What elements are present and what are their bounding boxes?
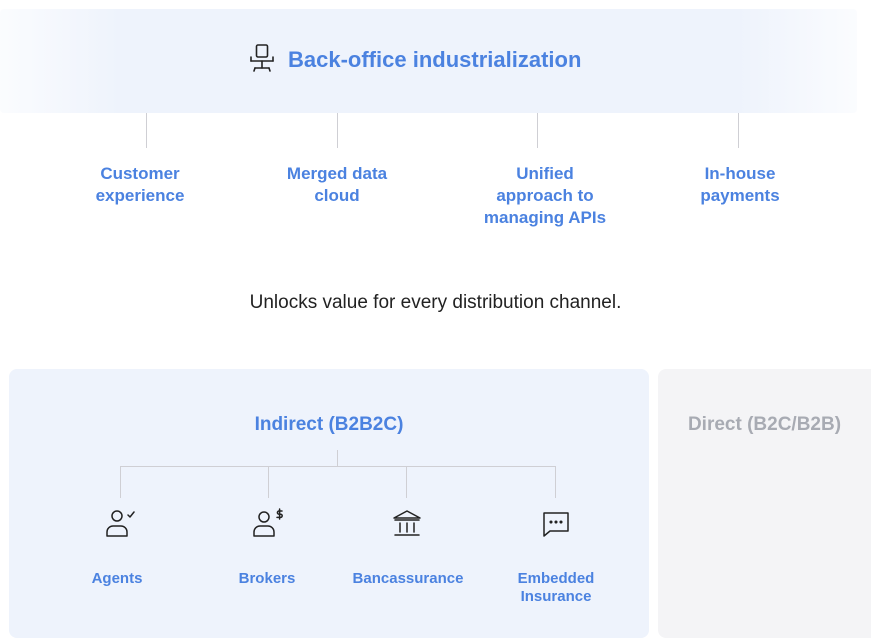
pillar-unified-api: Unified approach to managing APIs bbox=[483, 164, 607, 227]
pillar-connector bbox=[146, 113, 147, 148]
channel-label-brokers: Brokers bbox=[238, 570, 296, 587]
tree-leaf-connector bbox=[406, 466, 407, 498]
panel-direct bbox=[658, 369, 871, 638]
channel-label-bancassurance: Bancassurance bbox=[352, 570, 464, 587]
office-chair-icon bbox=[248, 42, 276, 79]
bank-icon bbox=[391, 508, 423, 545]
agent-check-icon bbox=[104, 508, 138, 545]
indirect-title: Indirect (B2B2C) bbox=[254, 414, 404, 435]
broker-dollar-icon bbox=[251, 508, 287, 545]
channel-label-embedded-insurance: Embedded Insurance bbox=[517, 570, 595, 605]
chat-bubble-icon bbox=[540, 508, 572, 545]
pillar-merged-data-cloud: Merged data cloud bbox=[286, 164, 388, 205]
banner-title-text: Back-office industrialization bbox=[288, 47, 582, 72]
pillar-connector bbox=[738, 113, 739, 148]
banner-title: Back-office industrialization bbox=[248, 40, 581, 80]
channel-label-agents: Agents bbox=[91, 570, 143, 587]
pillar-in-house-payments: In-house payments bbox=[700, 164, 780, 205]
tree-leaf-connector bbox=[268, 466, 269, 498]
pillar-connector bbox=[337, 113, 338, 148]
pillar-customer-experience: Customer experience bbox=[95, 164, 185, 205]
pillar-connector bbox=[537, 113, 538, 148]
tree-leaf-connector bbox=[555, 466, 556, 498]
tagline: Unlocks value for every distribution cha… bbox=[249, 292, 622, 313]
direct-title: Direct (B2C/B2B) bbox=[687, 414, 842, 435]
tree-branch bbox=[120, 466, 555, 467]
tree-leaf-connector bbox=[120, 466, 121, 498]
tree-stem bbox=[337, 450, 338, 466]
